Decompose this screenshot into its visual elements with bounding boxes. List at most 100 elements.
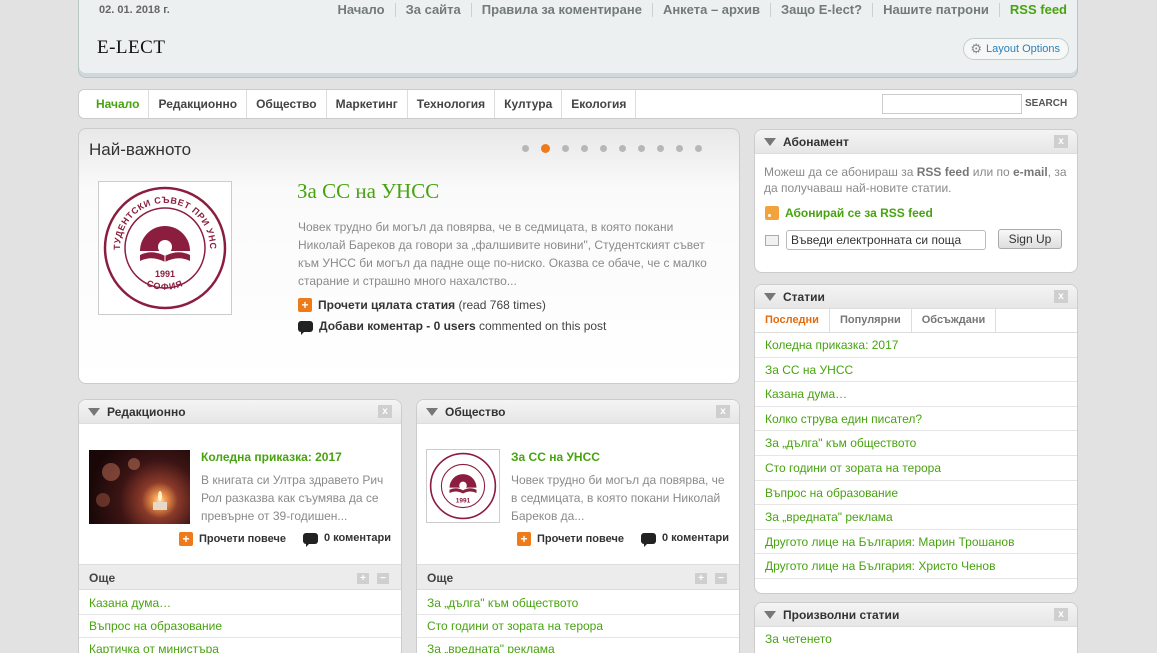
close-icon[interactable]: x [1054,608,1068,621]
top-navigation: Начало За сайта Правила за коментиране А… [327,3,1067,17]
comments-count: 0 коментари [662,532,729,544]
widget-title: Общество [445,405,506,419]
comments-link[interactable]: 0 коментари [641,532,729,547]
candle-thumbnail[interactable] [89,450,190,524]
tab-discussed[interactable]: Обсъждани [912,309,997,332]
list-item[interactable]: Другото лице на България: Христо Ченов [755,554,1077,579]
post-title[interactable]: Коледна приказка: 2017 [201,450,342,464]
collapse-triangle-icon[interactable] [764,293,776,301]
commented-text: commented on this post [478,319,607,333]
editorial-widget: Редакционно x Коледна приказка: 2017 В к… [78,399,402,653]
tab-latest[interactable]: Последни [755,309,830,332]
collapse-triangle-icon[interactable] [426,408,438,416]
add-comment-link[interactable]: Добави коментар - 0 users commented on t… [298,319,607,335]
nav-item-culture[interactable]: Култура [495,90,563,118]
close-icon[interactable]: x [716,405,730,418]
read-more-link[interactable]: + Прочети повече [517,532,624,546]
random-articles-widget: Произволни статии x За четенето [754,602,1078,653]
tab-popular[interactable]: Популярни [830,309,912,332]
search-input[interactable] [882,94,1022,114]
topnav-why[interactable]: Защо E-lect? [770,3,872,17]
random-article-link[interactable]: За четенето [765,632,832,646]
logo-city-text: СОФИЯ [145,278,183,292]
search-button[interactable]: SEARCH [1025,98,1067,109]
gear-icon: ⚙ [970,41,982,56]
close-icon[interactable]: x [1054,135,1068,148]
nav-item-society[interactable]: Общество [247,90,327,118]
list-item[interactable]: Сто години от зората на терора [417,615,739,638]
plus-icon: + [517,532,531,546]
more-list: Казана дума… Въпрос на образование Карти… [79,592,401,653]
minus-icon[interactable]: − [377,573,389,584]
site-header: 02. 01. 2018 г. E-LECT Начало За сайта П… [78,0,1078,78]
list-item[interactable]: За „дълга" към обществото [755,431,1077,456]
slider-dot[interactable] [541,144,550,153]
list-item[interactable]: Казана дума… [755,382,1077,407]
list-item[interactable]: Коледна приказка: 2017 [755,333,1077,358]
topnav-home[interactable]: Начало [327,3,394,17]
slider-dot[interactable] [581,145,588,152]
list-item[interactable]: Другото лице на България: Марин Трошанов [755,530,1077,555]
close-icon[interactable]: x [378,405,392,418]
slider-dot[interactable] [638,145,645,152]
nav-item-ecology[interactable]: Екология [562,90,637,118]
featured-image[interactable]: СТУДЕНТСКИ СЪВЕТ ПРИ УНСС СОФИЯ 1991 [98,177,232,315]
site-logo[interactable]: E-LECT [97,37,165,59]
featured-excerpt: Човек трудно би могъл да повярва, че в с… [298,220,707,288]
comment-bubble-icon [641,532,656,547]
read-count: (read 768 times) [458,298,546,312]
minus-icon[interactable]: − [715,573,727,584]
widget-title: Произволни статии [783,608,900,622]
current-date: 02. 01. 2018 г. [99,4,170,16]
widget-title: Статии [783,290,825,304]
subscribe-rss-link[interactable]: Абонирай се за RSS feed [765,206,933,220]
plus-icon[interactable]: + [357,573,369,584]
list-item[interactable]: За „дълга" към обществото [417,592,739,615]
featured-title[interactable]: За СС на УНСС [297,179,439,204]
main-navigation: Начало Редакционно Общество Маркетинг Те… [78,89,1078,119]
student-council-logo: СТУДЕНТСКИ СЪВЕТ ПРИ УНСС СОФИЯ 1991 [98,177,227,310]
read-more-link[interactable]: + Прочети повече [179,532,286,546]
list-item[interactable]: Колко струва един писател? [755,407,1077,432]
dash-separator: - [426,319,431,333]
list-item[interactable]: Картичка от министъра [79,638,401,653]
slider-dot[interactable] [522,145,529,152]
layout-options-button[interactable]: ⚙ Layout Options [963,38,1069,60]
list-item[interactable]: За „вредната" реклама [755,505,1077,530]
plus-icon[interactable]: + [695,573,707,584]
slider-dot[interactable] [676,145,683,152]
list-item[interactable]: За СС на УНСС [755,358,1077,383]
list-item[interactable]: Въпрос на образование [755,481,1077,506]
close-icon[interactable]: x [1054,290,1068,303]
collapse-triangle-icon[interactable] [88,408,100,416]
mail-icon [765,234,779,246]
society-widget: Общество x 1991 За СС на УНСС Човек труд… [416,399,740,653]
slider-dot[interactable] [695,145,702,152]
topnav-about[interactable]: За сайта [394,3,471,17]
collapse-triangle-icon[interactable] [764,138,776,146]
topnav-rss-feed[interactable]: RSS feed [998,3,1067,17]
list-item[interactable]: Казана дума… [79,592,401,615]
slider-dot[interactable] [619,145,626,152]
nav-item-marketing[interactable]: Маркетинг [327,90,408,118]
slider-dot[interactable] [600,145,607,152]
slider-dot[interactable] [657,145,664,152]
post-thumbnail[interactable]: 1991 [426,449,500,523]
nav-item-home[interactable]: Начало [79,90,150,118]
list-item[interactable]: За „вредната" реклама [417,638,739,653]
comments-link[interactable]: 0 коментари [303,532,391,547]
email-field[interactable] [786,230,986,250]
topnav-patrons[interactable]: Нашите патрони [872,3,999,17]
nav-item-editorial[interactable]: Редакционно [149,90,248,118]
sign-up-button[interactable]: Sign Up [998,229,1062,249]
slider-dot[interactable] [562,145,569,152]
topnav-comment-rules[interactable]: Правила за коментиране [470,3,652,17]
read-full-article-link[interactable]: + Прочети цялата статия (read 768 times) [298,298,546,312]
email-subscribe-row [765,230,986,250]
topnav-poll-archive[interactable]: Анкета – архив [651,3,770,17]
collapse-triangle-icon[interactable] [764,611,776,619]
nav-item-technology[interactable]: Технология [408,90,496,118]
list-item[interactable]: Въпрос на образование [79,615,401,638]
list-item[interactable]: Сто години от зората на терора [755,456,1077,481]
post-title[interactable]: За СС на УНСС [511,450,600,464]
